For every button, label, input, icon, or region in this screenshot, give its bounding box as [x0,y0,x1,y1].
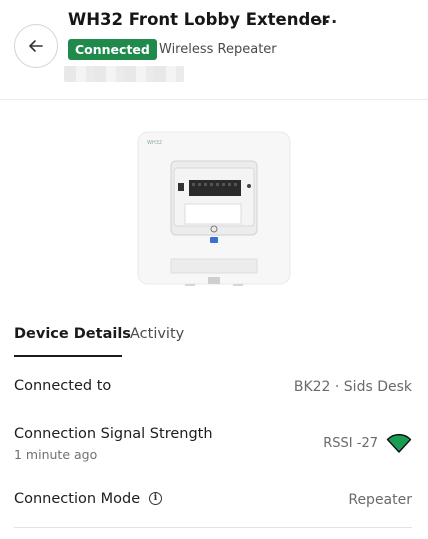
redacted-device-id [64,66,184,82]
connection-mode-label: Connection Mode [14,491,141,507]
rssi-value: RSSI -27 [323,436,378,451]
status-badge: Connected [68,39,157,60]
device-type-label: Wireless Repeater [159,42,277,57]
page-title: WH32 Front Lobby Extender [68,10,330,29]
connected-to-value: BK22 · Sids Desk [293,379,412,395]
tab-device-details[interactable]: Device Details [14,326,131,342]
more-options-icon[interactable]: ··· [317,12,338,31]
signal-strength-label: Connection Signal Strength [14,426,213,442]
connected-to-label: Connected to [14,378,112,394]
wifi-signal-icon [386,433,412,453]
info-icon[interactable]: i [149,492,162,505]
device-model-text: WH32 [147,140,162,146]
back-button[interactable] [14,24,58,68]
row-divider [14,527,412,528]
active-tab-indicator [14,355,122,357]
arrow-left-icon [29,40,43,52]
signal-strength-timestamp: 1 minute ago [14,447,98,462]
connection-mode-value: Repeater [348,492,412,508]
tab-activity[interactable]: Activity [130,326,184,342]
page-header: WH32 Front Lobby Extender ··· Connected … [0,0,428,100]
device-image: WH32 [137,131,291,286]
